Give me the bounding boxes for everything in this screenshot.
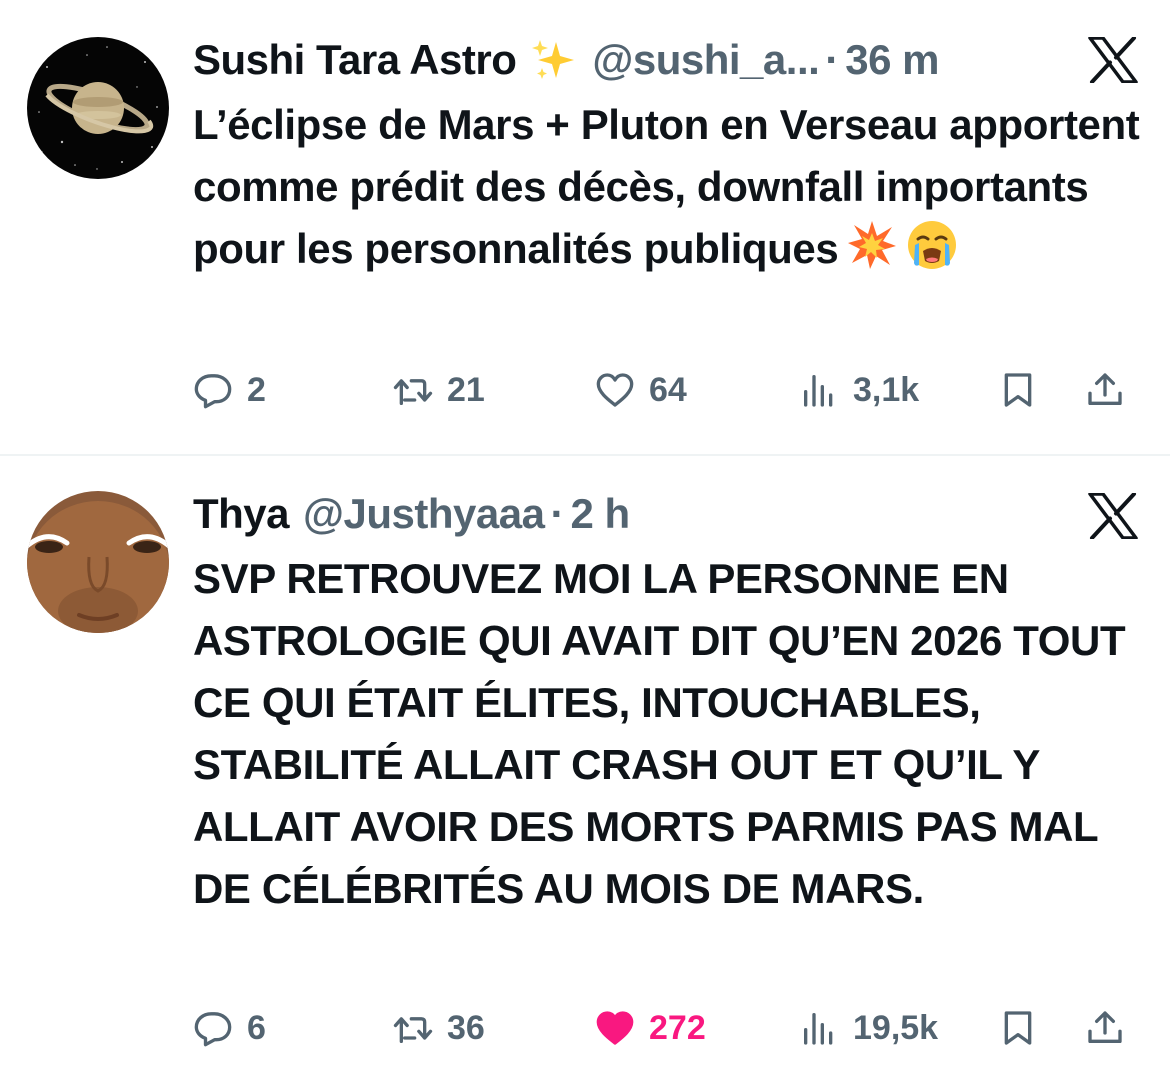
heart-icon <box>596 1011 634 1045</box>
views-button[interactable]: 3,1k <box>799 360 919 420</box>
reply-count: 2 <box>247 370 266 409</box>
avatar[interactable] <box>27 491 169 633</box>
repost-count: 21 <box>447 370 485 409</box>
tweet-text: L’éclipse de Mars + Pluton en Verseau ap… <box>193 94 1143 280</box>
loudly-crying-face-icon <box>906 219 958 271</box>
tweet-body: SVP RETROUVEZ MOI LA PERSONNE EN ASTROLO… <box>193 555 1126 912</box>
views-icon <box>804 375 833 407</box>
reply-button[interactable]: 6 <box>193 998 266 1058</box>
tweet-actions: 2 21 64 3,1k <box>193 360 1143 420</box>
sparkles-icon <box>530 36 578 84</box>
reply-icon <box>194 374 232 409</box>
user-handle[interactable]: @Justhyaaa <box>303 490 545 538</box>
repost-button[interactable]: 21 <box>393 360 485 420</box>
x-logo-icon[interactable] <box>1088 36 1138 84</box>
display-name[interactable]: Thya <box>193 490 290 538</box>
reply-icon <box>194 1012 232 1047</box>
views-icon <box>804 1013 833 1045</box>
saturn-avatar-image <box>27 37 169 179</box>
separator-dot: · <box>825 36 840 83</box>
x-logo-icon[interactable] <box>1088 492 1138 540</box>
heart-icon <box>596 373 634 407</box>
view-count: 19,5k <box>853 1008 939 1047</box>
tweet-card[interactable]: Sushi Tara Astro @sushi_a... · 36 m L’éc… <box>0 0 1170 454</box>
display-name[interactable]: Sushi Tara Astro <box>193 36 517 84</box>
like-button[interactable]: 272 <box>595 998 706 1058</box>
timestamp[interactable]: 2 h <box>570 490 630 538</box>
tweet-body: L’éclipse de Mars + Pluton en Verseau ap… <box>193 101 1140 272</box>
bookmark-icon <box>1004 373 1032 407</box>
like-count: 64 <box>649 370 687 409</box>
reply-count: 6 <box>247 1008 266 1047</box>
tweet-text: SVP RETROUVEZ MOI LA PERSONNE EN ASTROLO… <box>193 548 1143 920</box>
share-button[interactable] <box>1085 998 1125 1058</box>
bookmark-icon <box>1004 1011 1032 1045</box>
face-avatar-image <box>27 491 169 633</box>
user-handle[interactable]: @sushi_a... <box>592 36 819 84</box>
bookmark-button[interactable] <box>998 998 1038 1058</box>
repost-button[interactable]: 36 <box>393 998 485 1058</box>
tweet-actions: 6 36 272 19,5k <box>193 998 1143 1058</box>
tweet-card[interactable]: Thya @Justhyaaa · 2 h SVP RETROUVEZ MOI … <box>0 456 1170 1078</box>
views-button[interactable]: 19,5k <box>799 998 938 1058</box>
repost-count: 36 <box>447 1008 485 1047</box>
repost-icon <box>393 1017 433 1043</box>
collision-icon <box>846 219 898 271</box>
reply-button[interactable]: 2 <box>193 360 266 420</box>
view-count: 3,1k <box>853 370 920 409</box>
repost-icon <box>393 379 433 405</box>
bookmark-button[interactable] <box>998 360 1038 420</box>
like-button[interactable]: 64 <box>595 360 687 420</box>
tweet-header: Thya @Justhyaaa · 2 h <box>193 484 630 544</box>
share-icon <box>1088 373 1122 405</box>
timestamp[interactable]: 36 m <box>845 36 939 84</box>
avatar[interactable] <box>27 37 169 179</box>
share-icon <box>1088 1011 1122 1043</box>
tweet-header: Sushi Tara Astro @sushi_a... · 36 m <box>193 30 940 90</box>
separator-dot: · <box>550 490 565 537</box>
like-count: 272 <box>649 1008 706 1047</box>
share-button[interactable] <box>1085 360 1125 420</box>
